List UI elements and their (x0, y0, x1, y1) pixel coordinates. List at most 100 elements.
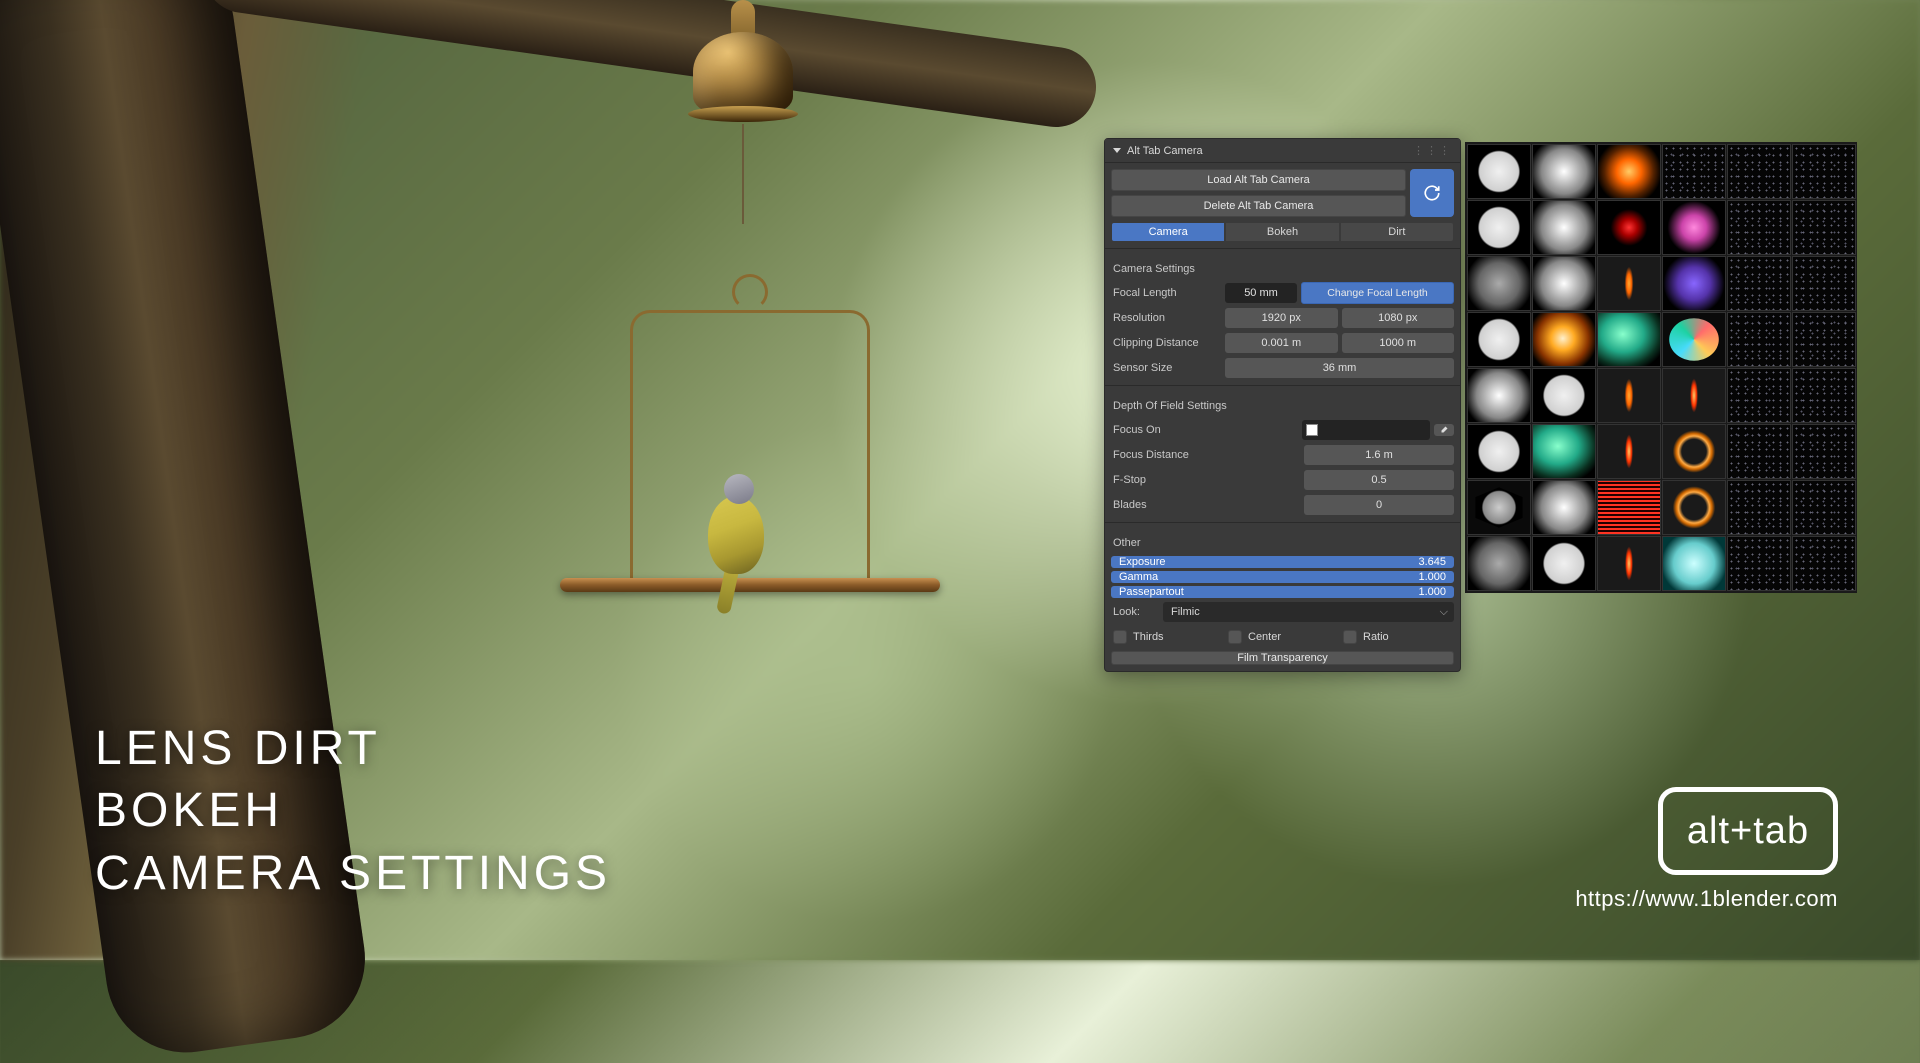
delete-camera-button[interactable]: Delete Alt Tab Camera (1111, 195, 1406, 217)
resolution-label: Resolution (1111, 312, 1221, 324)
bokeh-thumb[interactable] (1597, 368, 1661, 423)
dirt-thumb[interactable] (1792, 312, 1856, 367)
promo-line2: BOKEH (95, 780, 611, 842)
clipping-label: Clipping Distance (1111, 337, 1221, 349)
bokeh-thumb[interactable] (1532, 312, 1596, 367)
bokeh-thumb[interactable] (1467, 200, 1531, 255)
bokeh-thumb[interactable] (1597, 480, 1661, 535)
bokeh-thumb[interactable] (1467, 312, 1531, 367)
refresh-button[interactable] (1410, 169, 1454, 217)
film-transparency-button[interactable]: Film Transparency (1111, 651, 1454, 665)
focus-on-field[interactable] (1302, 420, 1430, 440)
fstop-field[interactable]: 0.5 (1304, 470, 1454, 490)
bokeh-thumb[interactable] (1467, 256, 1531, 311)
thirds-label: Thirds (1133, 631, 1164, 643)
panel-title: Alt Tab Camera (1127, 145, 1203, 157)
bokeh-thumb[interactable] (1467, 424, 1531, 479)
exposure-slider[interactable]: Exposure 3.645 (1111, 556, 1454, 568)
dirt-thumb[interactable] (1792, 256, 1856, 311)
clipping-far-field[interactable]: 1000 m (1342, 333, 1455, 353)
promo-line1: LENS DIRT (95, 718, 611, 780)
bokeh-thumb[interactable] (1532, 200, 1596, 255)
dirt-thumb[interactable] (1792, 368, 1856, 423)
bokeh-thumb[interactable] (1597, 536, 1661, 591)
look-label: Look: (1111, 606, 1159, 618)
bokeh-thumb[interactable] (1662, 480, 1726, 535)
bokeh-thumb[interactable] (1662, 200, 1726, 255)
refresh-icon (1423, 184, 1441, 202)
logo-text: alt+tab (1687, 810, 1809, 853)
alt-tab-camera-panel: Alt Tab Camera ⋮⋮⋮ Load Alt Tab Camera D… (1104, 138, 1461, 672)
bokeh-thumb[interactable] (1532, 256, 1596, 311)
dirt-thumb[interactable] (1727, 144, 1791, 199)
object-icon (1306, 424, 1318, 436)
bokeh-thumb[interactable] (1532, 368, 1596, 423)
tab-dirt[interactable]: Dirt (1340, 222, 1454, 242)
bird-perch (560, 300, 940, 640)
dirt-thumb[interactable] (1727, 256, 1791, 311)
clipping-near-field[interactable]: 0.001 m (1225, 333, 1338, 353)
gamma-slider[interactable]: Gamma 1.000 (1111, 571, 1454, 583)
panel-header[interactable]: Alt Tab Camera ⋮⋮⋮ (1105, 139, 1460, 163)
center-checkbox[interactable] (1228, 630, 1242, 644)
bokeh-thumb[interactable] (1532, 536, 1596, 591)
focal-length-label: Focal Length (1111, 287, 1221, 299)
dirt-thumb[interactable] (1727, 536, 1791, 591)
bokeh-thumb[interactable] (1662, 536, 1726, 591)
bokeh-thumb[interactable] (1467, 144, 1531, 199)
bokeh-thumb[interactable] (1532, 480, 1596, 535)
bokeh-thumb[interactable] (1662, 424, 1726, 479)
site-url: https://www.1blender.com (1575, 886, 1838, 912)
resolution-x-field[interactable]: 1920 px (1225, 308, 1338, 328)
look-dropdown[interactable]: Filmic (1163, 602, 1454, 622)
bokeh-thumb[interactable] (1597, 200, 1661, 255)
panel-grip-icon[interactable]: ⋮⋮⋮ (1413, 144, 1452, 157)
bokeh-thumb[interactable] (1597, 144, 1661, 199)
dirt-thumb[interactable] (1727, 424, 1791, 479)
dirt-thumb[interactable] (1792, 424, 1856, 479)
section-other: Other (1111, 529, 1454, 553)
bokeh-thumb[interactable] (1597, 312, 1661, 367)
dirt-thumb[interactable] (1727, 480, 1791, 535)
bokeh-thumb[interactable] (1467, 368, 1531, 423)
dirt-thumb[interactable] (1727, 368, 1791, 423)
bokeh-thumb[interactable] (1467, 536, 1531, 591)
bokeh-thumb[interactable] (1662, 368, 1726, 423)
dirt-thumb[interactable] (1727, 312, 1791, 367)
thirds-checkbox[interactable] (1113, 630, 1127, 644)
load-camera-button[interactable]: Load Alt Tab Camera (1111, 169, 1406, 191)
bokeh-thumb[interactable] (1662, 256, 1726, 311)
dirt-thumb[interactable] (1662, 144, 1726, 199)
bokeh-thumb[interactable] (1532, 144, 1596, 199)
exposure-label: Exposure (1119, 556, 1165, 568)
focus-on-label: Focus On (1111, 424, 1298, 436)
tab-camera[interactable]: Camera (1111, 222, 1225, 242)
logo: alt+tab (1658, 787, 1838, 875)
dirt-thumb[interactable] (1792, 480, 1856, 535)
bokeh-thumb[interactable] (1597, 256, 1661, 311)
blades-label: Blades (1111, 499, 1300, 511)
eyedropper-button[interactable] (1434, 424, 1454, 436)
exposure-value: 3.645 (1418, 556, 1446, 568)
blades-field[interactable]: 0 (1304, 495, 1454, 515)
dirt-thumb[interactable] (1792, 144, 1856, 199)
focus-distance-field[interactable]: 1.6 m (1304, 445, 1454, 465)
center-label: Center (1248, 631, 1281, 643)
bokeh-thumb[interactable] (1597, 424, 1661, 479)
bokeh-thumb[interactable] (1532, 424, 1596, 479)
focus-distance-label: Focus Distance (1111, 449, 1300, 461)
dirt-thumb[interactable] (1792, 200, 1856, 255)
change-focal-length-button[interactable]: Change Focal Length (1301, 282, 1454, 304)
tab-bokeh[interactable]: Bokeh (1225, 222, 1339, 242)
passepartout-slider[interactable]: Passepartout 1.000 (1111, 586, 1454, 598)
section-dof: Depth Of Field Settings (1111, 392, 1454, 416)
sensor-size-label: Sensor Size (1111, 362, 1221, 374)
gamma-label: Gamma (1119, 571, 1158, 583)
dirt-thumb[interactable] (1792, 536, 1856, 591)
ratio-checkbox[interactable] (1343, 630, 1357, 644)
focal-length-value[interactable]: 50 mm (1225, 283, 1297, 303)
section-camera-settings: Camera Settings (1111, 255, 1454, 279)
sensor-size-field[interactable]: 36 mm (1225, 358, 1454, 378)
dirt-thumb[interactable] (1727, 200, 1791, 255)
resolution-y-field[interactable]: 1080 px (1342, 308, 1455, 328)
